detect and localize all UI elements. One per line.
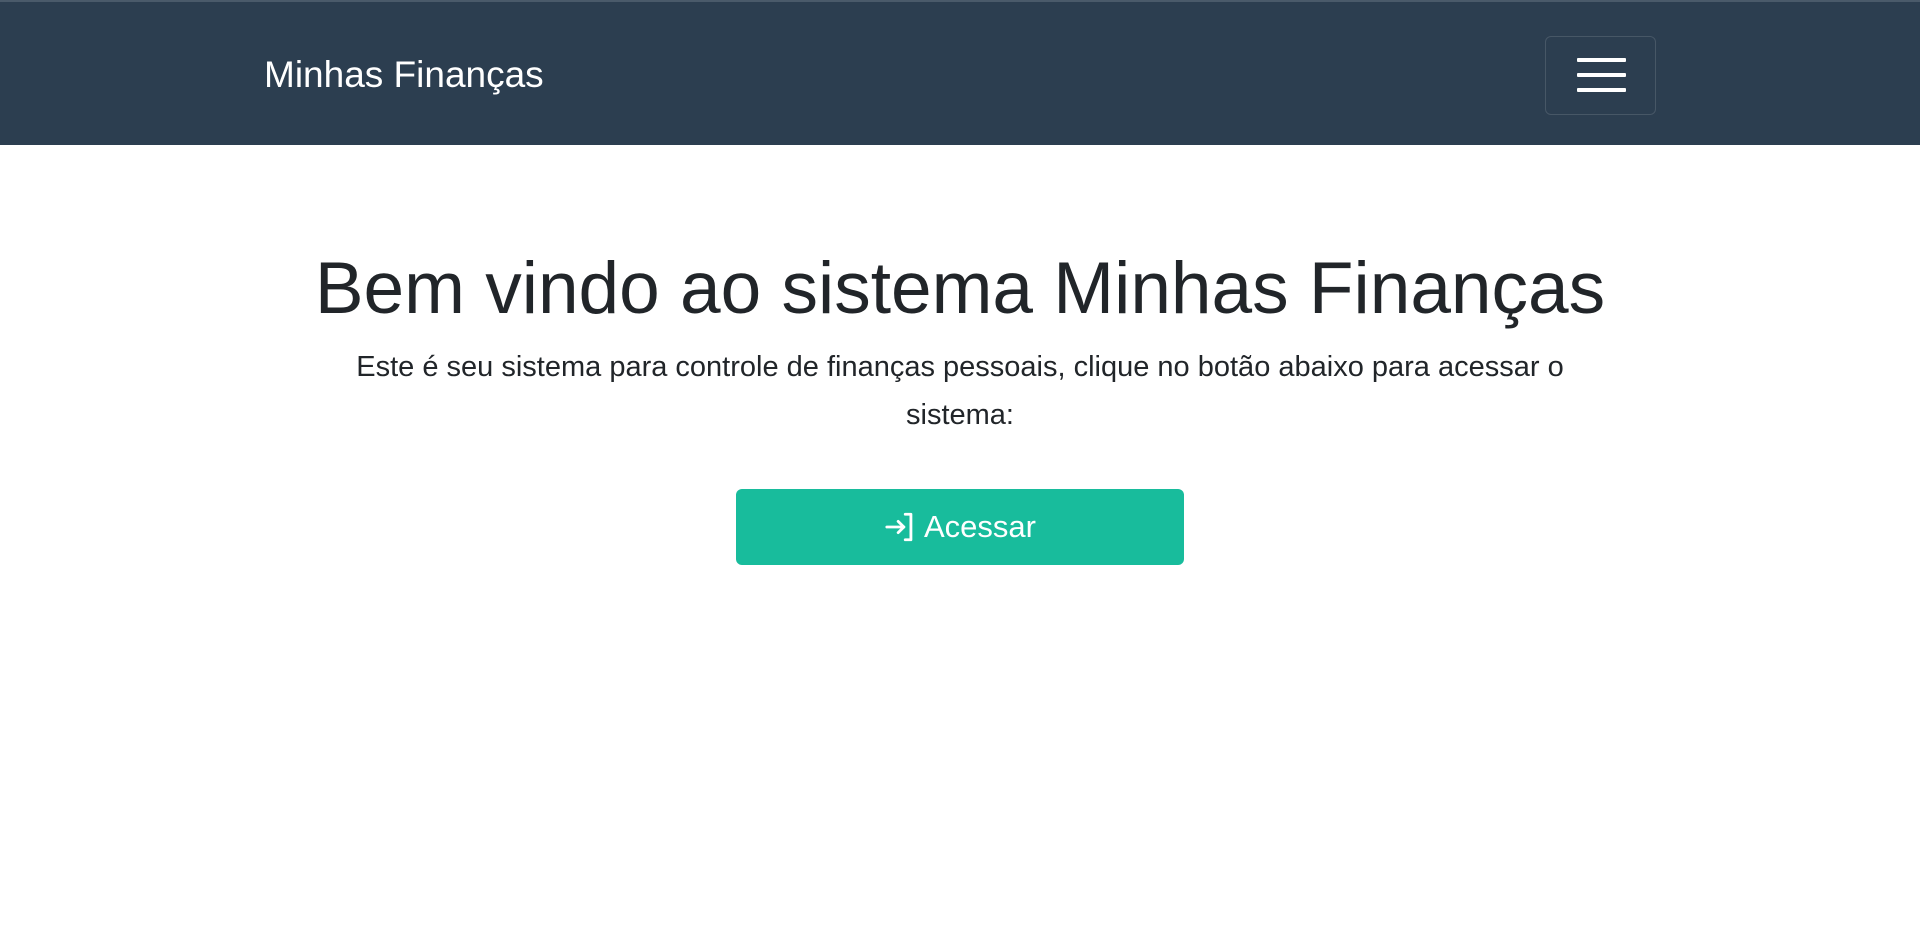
navbar: Minhas Finanças [0,0,1920,145]
navbar-brand[interactable]: Minhas Finanças [264,53,544,97]
navbar-toggler-button[interactable] [1545,36,1656,115]
page-title: Bem vindo ao sistema Minhas Finanças [314,248,1606,329]
access-button-label: Acessar [924,509,1036,544]
main-content: Bem vindo ao sistema Minhas Finanças Est… [0,145,1920,930]
access-button[interactable]: Acessar [736,489,1184,565]
hero-lead-text: Este é seu sistema para controle de fina… [356,351,1564,431]
sign-in-icon [884,510,918,544]
